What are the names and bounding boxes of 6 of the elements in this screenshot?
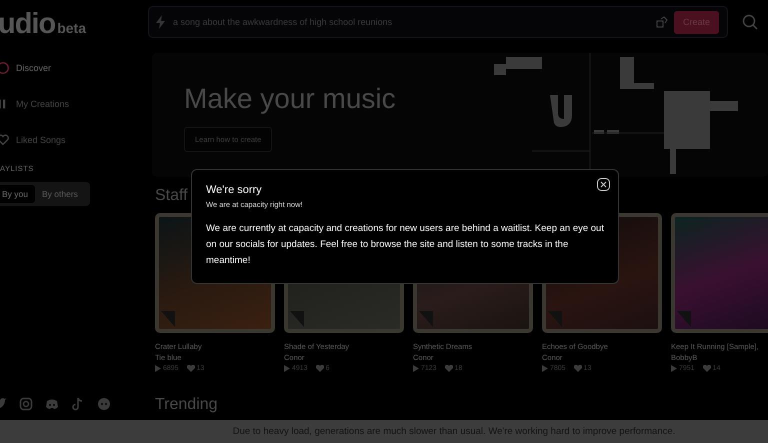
section-heading: Trending [155, 396, 218, 414]
section-heading: Staff [155, 187, 188, 205]
hero-title: Make your music [184, 83, 397, 115]
dialog-title: We're sorry [206, 184, 263, 196]
dialog-message: We are currently at capacity and creations for new users are behind a waitlist. Keep an eye out on our socials for updates. Feel free to browse the site and listen to some tracks in the meantime! [206, 222, 604, 268]
beta-label: beta [57, 20, 86, 36]
